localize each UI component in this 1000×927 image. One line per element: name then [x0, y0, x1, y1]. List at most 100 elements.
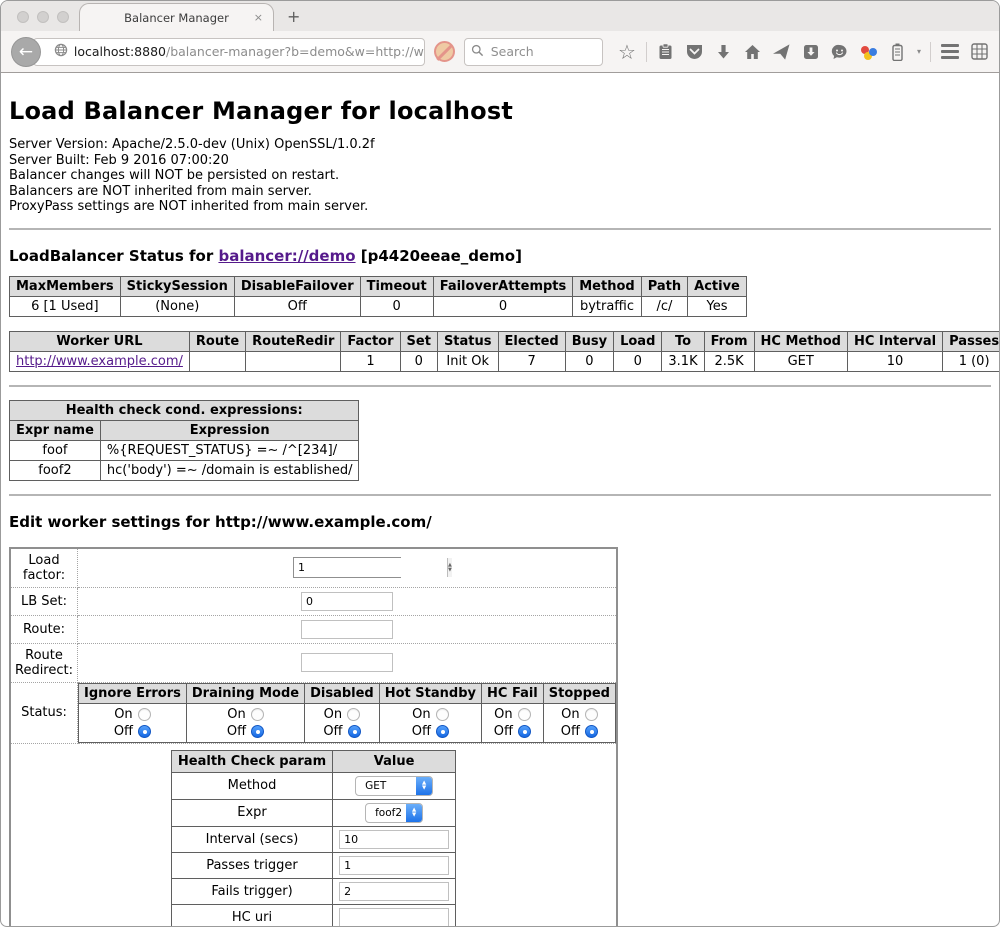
col-stopped: Stopped	[543, 683, 615, 703]
hc-uri-input[interactable]	[339, 908, 449, 927]
expr-select-value: foof2	[375, 807, 402, 819]
divider	[9, 494, 991, 496]
hot-standby-on-radio[interactable]	[436, 708, 449, 721]
back-button[interactable]: ←	[11, 37, 41, 67]
table-header-row: Ignore Errors Draining Mode Disabled Hot…	[79, 683, 616, 703]
col-routeredir: RouteRedir	[246, 331, 341, 351]
url-bar[interactable]: localhost:8880/balancer-manager?b=demo&w…	[33, 38, 425, 66]
col-path: Path	[641, 276, 687, 296]
cell-route	[189, 351, 245, 371]
battery-icon[interactable]	[888, 42, 908, 62]
save-square-icon[interactable]	[801, 42, 821, 62]
cell-disablefailover: Off	[234, 296, 360, 316]
draining-mode-on-radio[interactable]	[251, 708, 264, 721]
cell-expr-name: foof	[10, 440, 101, 460]
on-label: On	[324, 706, 342, 723]
hot-standby-off-radio[interactable]	[436, 725, 449, 738]
draining-mode-off-radio[interactable]	[251, 725, 264, 738]
route-input[interactable]	[301, 620, 393, 639]
download-arrow-icon[interactable]	[714, 42, 734, 62]
table-header-row: Health Check param Value	[171, 750, 455, 772]
expr-select[interactable]: foof2 ▲▼	[365, 803, 423, 823]
search-input[interactable]	[489, 43, 579, 60]
tab-close-icon[interactable]: ×	[254, 11, 263, 24]
table-row: Passes trigger	[171, 852, 455, 878]
worker-status-table: Worker URL Route RouteRedir Factor Set S…	[9, 331, 1000, 372]
route-redirect-input[interactable]	[301, 653, 393, 672]
disabled-on-radio[interactable]	[347, 708, 360, 721]
table-row: foof2 hc('body') =~ /domain is establish…	[10, 460, 359, 480]
minimize-window-icon[interactable]	[37, 11, 49, 23]
colored-dots-icon[interactable]	[859, 42, 879, 62]
status-radio-table: Ignore Errors Draining Mode Disabled Hot…	[78, 683, 616, 743]
cell-status: Init Ok	[437, 351, 498, 371]
cell-failoverattempts: 0	[433, 296, 573, 316]
clipboard-icon[interactable]	[656, 42, 676, 62]
home-icon[interactable]	[743, 42, 763, 62]
col-maxmembers: MaxMembers	[10, 276, 121, 296]
divider	[9, 385, 991, 387]
load-factor-label: Load factor:	[10, 548, 78, 588]
close-window-icon[interactable]	[17, 11, 29, 23]
loadbalancer-status-heading: LoadBalancer Status for balancer://demo …	[9, 247, 991, 265]
col-hc-fail: HC Fail	[482, 683, 544, 703]
zoom-window-icon[interactable]	[57, 11, 69, 23]
content-blocker-icon[interactable]	[434, 41, 455, 62]
send-plane-icon[interactable]	[772, 42, 792, 62]
stopped-on-radio[interactable]	[585, 708, 598, 721]
globe-icon	[54, 43, 68, 60]
lb-set-input[interactable]	[301, 592, 393, 611]
fails-input[interactable]	[339, 882, 449, 901]
col-method: Method	[573, 276, 641, 296]
worker-url-link[interactable]: http://www.example.com/	[16, 354, 183, 369]
chevron-down-icon[interactable]: ▾	[917, 47, 921, 56]
col-route: Route	[189, 331, 245, 351]
form-row-load-factor: Load factor: ▲▼	[10, 548, 617, 588]
expr-label: Expr	[171, 799, 332, 826]
form-row-route: Route:	[10, 615, 617, 643]
hc-fail-off-radio[interactable]	[518, 725, 531, 738]
chat-smiley-icon[interactable]	[830, 42, 850, 62]
disabled-off-radio[interactable]	[348, 725, 361, 738]
load-factor-input[interactable]: ▲▼	[293, 557, 401, 578]
cell-to: 3.1K	[662, 351, 704, 371]
on-label: On	[412, 706, 430, 723]
cell-path: /c/	[641, 296, 687, 316]
interval-input[interactable]	[339, 830, 449, 849]
hc-uri-label: HC uri	[171, 904, 332, 927]
status-label: Status:	[10, 682, 78, 743]
col-hc-param: Health Check param	[171, 750, 332, 772]
ignore-errors-on-radio[interactable]	[138, 708, 151, 721]
balancer-status-table: MaxMembers StickySession DisableFailover…	[9, 276, 747, 317]
new-tab-button[interactable]: +	[287, 7, 300, 26]
search-bar[interactable]	[464, 38, 603, 66]
stopped-off-radio[interactable]	[585, 725, 598, 738]
load-factor-field[interactable]	[294, 558, 447, 577]
lb-set-label: LB Set:	[10, 587, 78, 615]
hc-expressions-table: Health check cond. expressions: Expr nam…	[9, 400, 359, 481]
method-select[interactable]: GET ▲▼	[355, 776, 433, 796]
tab-title: Balancer Manager	[124, 11, 229, 25]
off-label: Off	[227, 723, 246, 740]
number-stepper-icon[interactable]: ▲▼	[447, 558, 452, 577]
menu-icon[interactable]	[940, 42, 960, 62]
passes-input[interactable]	[339, 856, 449, 875]
window-controls[interactable]	[17, 11, 69, 23]
edit-worker-form: Load factor: ▲▼ LB Set: Route: Route Red…	[9, 547, 618, 927]
cell-maxmembers: 6 [1 Used]	[10, 296, 121, 316]
cell-elected: 7	[498, 351, 565, 371]
route-label: Route:	[10, 615, 78, 643]
pocket-icon[interactable]	[685, 42, 705, 62]
grid-icon[interactable]	[969, 42, 989, 62]
form-row-status: Status: Ignore Errors Draining Mode Disa…	[10, 682, 617, 743]
table-title-row: Health check cond. expressions:	[10, 400, 359, 420]
cell-expression: %{REQUEST_STATUS} =~ /^[234]/	[100, 440, 359, 460]
hc-fail-on-radio[interactable]	[518, 708, 531, 721]
ignore-errors-off-radio[interactable]	[138, 725, 151, 738]
cell-timeout: 0	[360, 296, 433, 316]
balancer-demo-link[interactable]: balancer://demo	[218, 247, 355, 265]
tab-balancer-manager[interactable]: Balancer Manager ×	[79, 3, 274, 31]
fails-label: Fails trigger)	[171, 878, 332, 904]
bookmark-star-icon[interactable]: ☆	[617, 42, 637, 62]
cell-factor: 1	[341, 351, 400, 371]
